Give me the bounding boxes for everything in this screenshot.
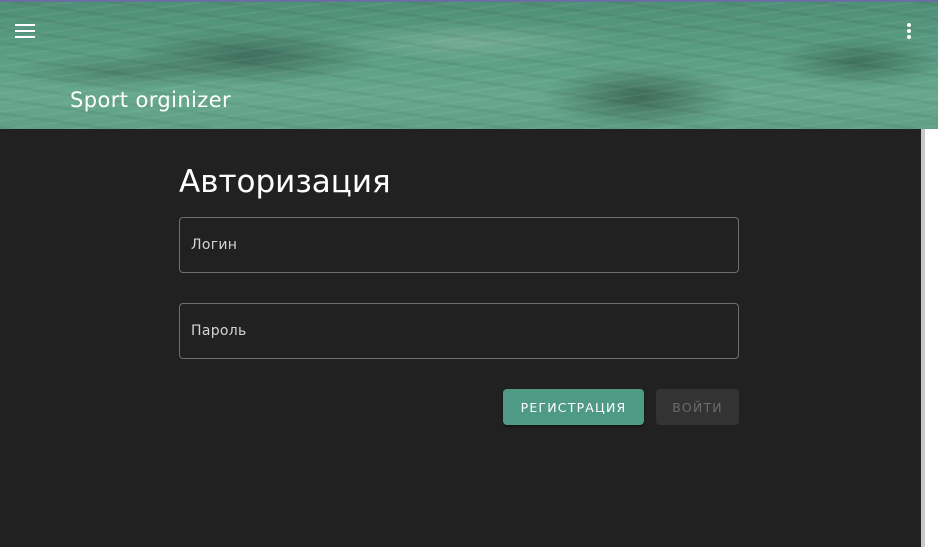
app: Sport orginizer Авторизация РЕГИСТРАЦИЯ … [0, 0, 938, 547]
app-title: Sport orginizer [70, 88, 232, 112]
menu-button[interactable] [6, 12, 44, 50]
more-options-button[interactable] [890, 12, 928, 50]
page-title: Авторизация [179, 164, 391, 200]
register-button[interactable]: РЕГИСТРАЦИЯ [503, 389, 644, 425]
menu-icon [15, 24, 35, 38]
password-input[interactable] [180, 304, 738, 358]
login-input[interactable] [180, 218, 738, 272]
login-field[interactable] [179, 217, 739, 273]
form-actions: РЕГИСТРАЦИЯ ВОЙТИ [503, 389, 739, 425]
scrollbar-track[interactable] [925, 129, 938, 547]
login-button[interactable]: ВОЙТИ [656, 389, 739, 425]
scrollbar[interactable] [921, 129, 925, 547]
more-vertical-icon [907, 23, 911, 39]
app-bar: Sport orginizer [0, 0, 938, 129]
password-field[interactable] [179, 303, 739, 359]
